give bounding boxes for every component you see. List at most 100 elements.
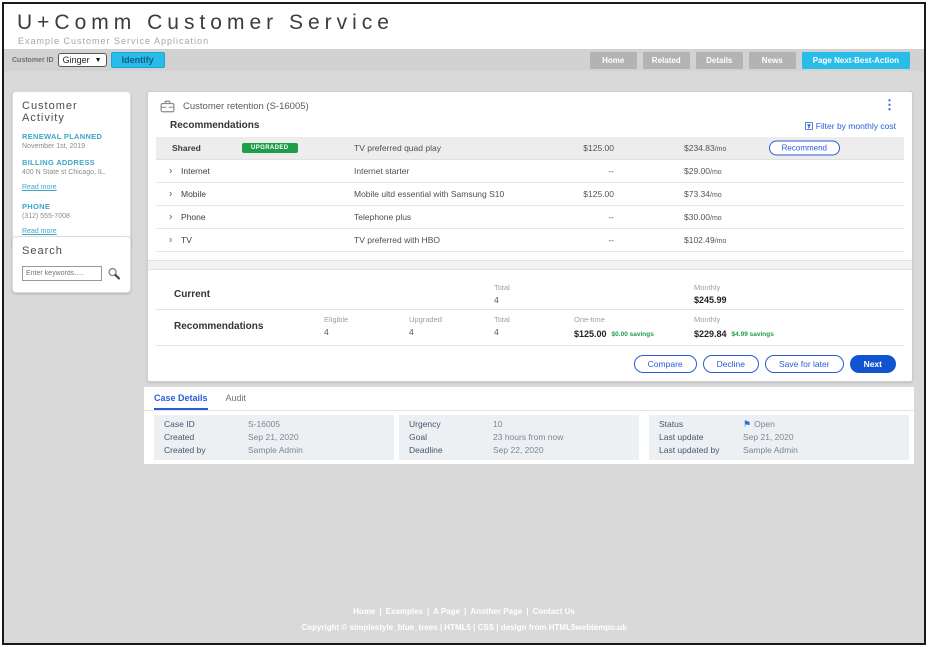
row-name: Internet <box>181 166 210 176</box>
case-card-header: Customer retention (S-16005) ⋮ <box>148 92 912 115</box>
recommendations-header: Recommendations Filter by monthly cost <box>148 115 912 137</box>
row-one-time-cost: -- <box>534 212 614 222</box>
current-label: Current <box>174 289 210 300</box>
row-one-time-cost: $125.00 <box>534 189 614 199</box>
recommendations-label: Recommendations <box>174 321 263 332</box>
activity-item-label: RENEWAL PLANNED <box>22 132 121 141</box>
row-one-time-cost: $125.00 <box>534 143 614 153</box>
case-title: Customer retention (S-16005) <box>183 101 309 112</box>
filter-link-label: Filter by monthly cost <box>816 121 896 131</box>
toolbar: Customer ID Ginger ▼ Identify Home Relat… <box>4 49 924 71</box>
top-nav: Home Related Details News Page Next-Best… <box>584 52 910 69</box>
customer-id-group: Customer ID Ginger ▼ Identify <box>12 52 165 68</box>
customer-id-label: Customer ID <box>12 57 54 64</box>
read-more-link[interactable]: Read more <box>22 184 57 191</box>
rec-monthly: Monthly $229.84$4.99 savings <box>694 315 774 342</box>
case-details-panels: Case IDS-16005 CreatedSep 21, 2020 Creat… <box>144 411 914 460</box>
row-name: Phone <box>181 212 206 222</box>
case-details-col3: Status⚑Open Last updateSep 21, 2020 Last… <box>649 415 909 460</box>
activity-item: RENEWAL PLANNED November 1st, 2019 <box>22 132 121 150</box>
table-row-tv[interactable]: › TV TV preferred with HBO -- $102.49/mo <box>156 229 904 252</box>
activity-item-value: 400 N State st Chicago, IL. <box>22 169 121 176</box>
recommend-button[interactable]: Recommend <box>769 141 840 156</box>
customer-id-select[interactable]: Ginger ▼ <box>58 53 107 67</box>
rec-one-time: One-time $125.00$0.00 savings <box>574 315 654 342</box>
case-details-section: Case Details Audit Case IDS-16005 Create… <box>144 387 914 464</box>
page-title: U+Comm Customer Service <box>4 4 924 35</box>
footer-link[interactable]: Home <box>351 607 377 616</box>
main-area: Customer Activity RENEWAL PLANNED Novemb… <box>4 71 924 645</box>
monthly-savings: $4.99 savings <box>732 331 774 338</box>
chevron-down-icon: ▼ <box>95 57 102 64</box>
next-button[interactable]: Next <box>850 355 896 373</box>
row-one-time-cost: -- <box>534 166 614 176</box>
one-time-savings: $0.00 savings <box>612 331 654 338</box>
row-monthly-cost: $234.83/mo <box>684 143 726 153</box>
chevron-right-icon[interactable]: › <box>169 235 172 246</box>
search-input[interactable] <box>22 266 102 281</box>
recommendations-title: Recommendations <box>170 120 259 131</box>
upgraded-badge: UPGRADED <box>242 143 298 153</box>
search-card: Search <box>12 236 131 293</box>
customer-id-selected-value: Ginger <box>63 55 90 65</box>
footer-link[interactable]: A Page <box>431 607 462 616</box>
activity-item-value: November 1st, 2019 <box>22 143 121 150</box>
nav-related-button[interactable]: Related <box>643 52 690 69</box>
current-total: Total 4 <box>494 283 510 305</box>
flag-icon: ⚑ <box>743 419 751 429</box>
status-value: ⚑Open <box>743 418 775 431</box>
identify-button[interactable]: Identify <box>111 52 165 68</box>
footer-copyright: Copyright © simplestyle_blue_trees | HTM… <box>4 623 924 632</box>
filter-by-monthly-cost-link[interactable]: Filter by monthly cost <box>805 121 896 131</box>
action-buttons: Compare Decline Save for later Next <box>634 355 896 373</box>
recommendations-table: Shared UPGRADED TV preferred quad play $… <box>156 137 904 252</box>
compare-button[interactable]: Compare <box>634 355 697 373</box>
table-row-mobile[interactable]: › Mobile Mobile ultd essential with Sams… <box>156 183 904 206</box>
chevron-right-icon[interactable]: › <box>169 212 172 223</box>
row-name: Shared <box>172 143 201 153</box>
page-footer: Home|Examples|A Page|Another Page|Contac… <box>4 607 924 632</box>
row-one-time-cost: -- <box>534 235 614 245</box>
search-row <box>22 265 121 282</box>
activity-item-label: BILLING ADDRESS <box>22 158 121 167</box>
chevron-right-icon[interactable]: › <box>169 166 172 177</box>
table-row-phone[interactable]: › Phone Telephone plus -- $30.00/mo <box>156 206 904 229</box>
search-icon[interactable] <box>107 265 121 282</box>
filter-icon <box>805 122 813 130</box>
row-monthly-cost: $102.49/mo <box>684 235 726 245</box>
rec-eligible: Eligible 4 <box>324 315 348 337</box>
tab-case-details[interactable]: Case Details <box>154 393 208 410</box>
app-header: U+Comm Customer Service Example Customer… <box>4 4 924 49</box>
activity-item: PHONE (312) 555-7008 Read more <box>22 202 121 238</box>
save-for-later-button[interactable]: Save for later <box>765 355 844 373</box>
row-monthly-cost: $73.34/mo <box>684 189 722 199</box>
nav-home-button[interactable]: Home <box>590 52 637 69</box>
activity-item: BILLING ADDRESS 400 N State st Chicago, … <box>22 158 121 194</box>
current-totals-row: Current Total 4 Monthly $245.99 <box>156 278 904 310</box>
chevron-right-icon[interactable]: › <box>169 189 172 200</box>
decline-button[interactable]: Decline <box>703 355 759 373</box>
briefcase-icon <box>160 100 175 113</box>
read-more-link[interactable]: Read more <box>22 228 57 235</box>
footer-link[interactable]: Contact Us <box>531 607 577 616</box>
customer-activity-card: Customer Activity RENEWAL PLANNED Novemb… <box>12 91 131 247</box>
app-window: U+Comm Customer Service Example Customer… <box>2 2 926 645</box>
row-description: Internet starter <box>354 166 409 176</box>
nav-details-button[interactable]: Details <box>696 52 743 69</box>
footer-link[interactable]: Another Page <box>468 607 524 616</box>
more-menu-icon[interactable]: ⋮ <box>883 98 896 111</box>
case-card: Customer retention (S-16005) ⋮ Recommend… <box>147 91 913 382</box>
activity-item-label: PHONE <box>22 202 121 211</box>
table-row-shared[interactable]: Shared UPGRADED TV preferred quad play $… <box>156 137 904 160</box>
tab-bar: Case Details Audit <box>144 387 914 411</box>
activity-item-value: (312) 555-7008 <box>22 213 121 220</box>
divider-strip <box>148 260 912 270</box>
table-row-internet[interactable]: › Internet Internet starter -- $29.00/mo <box>156 160 904 183</box>
tab-audit[interactable]: Audit <box>226 393 247 410</box>
footer-link[interactable]: Examples <box>384 607 425 616</box>
footer-links: Home|Examples|A Page|Another Page|Contac… <box>4 607 924 616</box>
current-monthly: Monthly $245.99 <box>694 283 727 305</box>
row-name: Mobile <box>181 189 206 199</box>
nav-next-best-action-button[interactable]: Page Next-Best-Action <box>802 52 910 69</box>
nav-news-button[interactable]: News <box>749 52 796 69</box>
